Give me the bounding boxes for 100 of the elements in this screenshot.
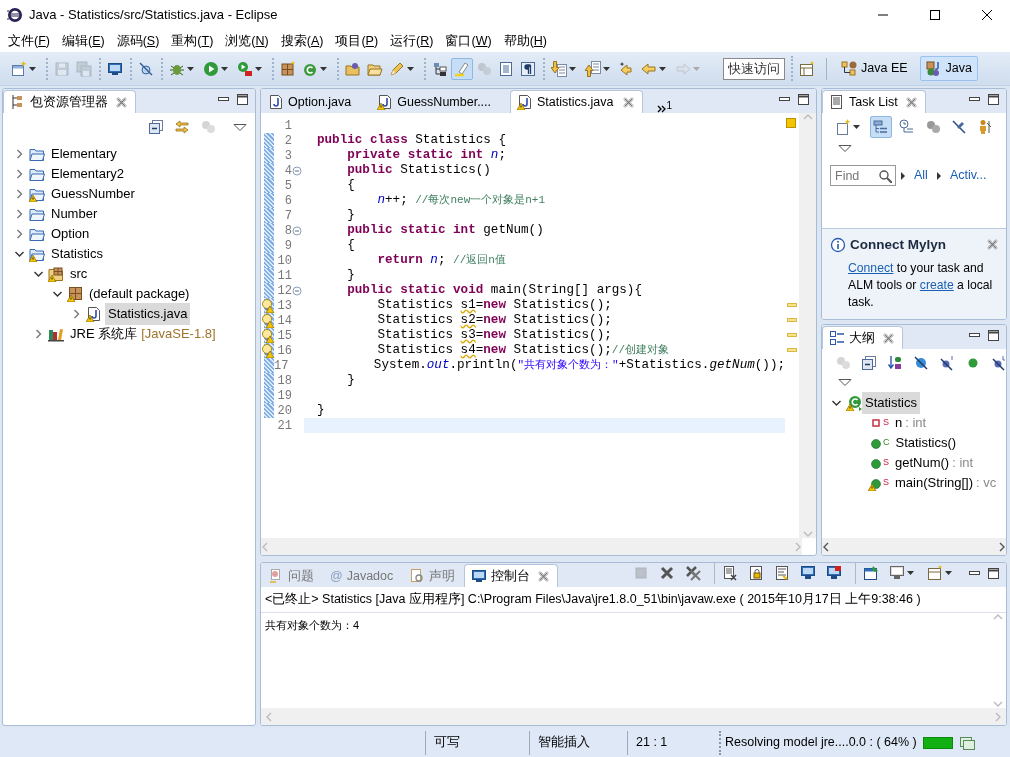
minimize-button[interactable] [968,332,981,338]
wrap-document-icon [774,565,790,581]
view-menu-icon[interactable] [233,122,247,132]
overview-marker[interactable] [787,318,797,322]
tree-item[interactable]: JRE 系统库 [67,323,141,345]
view-tab[interactable]: 问题 [261,564,323,587]
view-tab[interactable]: Task List [822,90,926,113]
menu-item[interactable]: 搜索(A) [275,31,331,51]
line-number: 16 [276,342,292,360]
menu-item[interactable]: 重构(T) [166,31,221,51]
filter-link[interactable]: Activ... [949,166,987,185]
outline-item[interactable]: n [892,412,906,434]
menu-item[interactable]: 项目(P) [330,31,386,51]
text-link[interactable]: create [919,278,954,292]
chevrons-icon [657,105,667,113]
pin-window-icon [863,565,879,581]
tree-item[interactable]: Number [48,203,101,225]
tree-item[interactable]: Option [48,223,93,245]
expand-arrow-icon[interactable] [935,170,942,181]
view-tab[interactable]: @ Javadoc [323,564,403,587]
caret-icon [569,66,576,71]
view-tab[interactable]: 包资源管理器 [3,90,136,113]
tree-item[interactable]: Elementary [48,143,120,165]
code-line: private static int n; [346,148,507,163]
close-icon[interactable] [883,332,894,344]
window-title: Java - Statistics/src/Statistics.java - Eclipse [29,6,279,25]
editor-tab[interactable]: GuessNumber.... [370,90,501,113]
minimize-button[interactable] [217,96,230,102]
close-icon[interactable] [538,570,550,582]
close-icon[interactable] [905,96,917,108]
tab-overflow-button[interactable]: 1 [653,91,676,113]
scroll-left-icon[interactable] [822,541,830,552]
tree-list-icon [873,119,889,135]
menu-item[interactable]: 运行(R) [385,31,441,51]
maximize-button[interactable] [987,566,1000,580]
floppy-stack-icon [76,60,92,77]
maximize-button[interactable] [987,328,1000,342]
find-field[interactable]: Find [830,165,896,186]
progress-message[interactable]: Resolving model jre....0.0 : ( 64% ) [725,733,917,752]
person-icon [977,119,993,135]
maximize-button[interactable] [929,9,941,21]
type-label: : int [905,414,927,433]
view-tab[interactable]: 声明 [402,564,465,587]
expand-arrow-icon[interactable] [900,170,906,181]
tree-item[interactable]: GuessNumber [48,183,138,205]
grid-bean-icon [925,60,942,77]
close-icon[interactable] [116,96,127,108]
maximize-button[interactable] [236,92,249,106]
text-link[interactable]: Connect [848,261,894,275]
menu-item[interactable]: 帮助(H) [498,31,554,51]
close-button[interactable] [981,9,993,21]
menu-item[interactable]: 浏览(N) [220,31,276,51]
close-icon[interactable] [623,96,635,108]
editor-tab[interactable]: Statistics.java [510,90,644,113]
outline-item[interactable]: Statistics() [892,432,960,454]
collapse-toggle-icon[interactable] [292,225,302,236]
tree-item[interactable]: Statistics [48,243,106,265]
collapse-icon [148,119,164,135]
outline-item[interactable]: main(String[]) [892,472,977,493]
horizontal-scrollbar[interactable] [822,538,1006,555]
overview-marker[interactable] [787,303,797,307]
view-menu-icon[interactable] [838,144,852,153]
at-sign-icon: @ [330,566,343,586]
quick-access-field[interactable]: 快速访问 [723,57,785,80]
menu-item[interactable]: 源码(S) [111,31,167,51]
perspective-button[interactable]: Java [919,56,978,81]
view-tab[interactable]: 控制台 [464,564,559,587]
progress-view-icon[interactable] [958,735,975,750]
perspective-button[interactable]: Java EE [835,56,914,81]
tree-item[interactable]: src [67,263,91,285]
view-tab[interactable]: 大纲 [822,326,903,349]
maximize-button[interactable] [797,92,810,106]
menu-item[interactable]: 窗口(W) [440,31,499,51]
code-line: n++; //每次new一个对象是n+1 [376,193,547,208]
window-plus-icon [927,565,943,581]
tree-item[interactable]: Statistics.java [105,303,191,325]
filter-link[interactable]: All [914,166,928,185]
swap-arrows-icon [174,119,190,135]
minimize-button[interactable] [968,570,981,576]
minimize-button[interactable] [778,96,791,102]
tree-item[interactable]: (default package) [86,283,193,305]
line-number: 11 [276,267,292,285]
maximize-button[interactable] [987,92,1000,106]
menu-item[interactable]: 编辑(E) [57,31,112,51]
editor-tab[interactable]: Option.java [261,90,361,113]
code-line: return n; //返回n值 [376,253,507,268]
menu-item[interactable]: 文件(F) [3,31,57,51]
collapse-icon [861,355,877,371]
collapse-toggle-icon[interactable] [292,165,302,176]
outline-item[interactable]: getNum() [892,452,953,474]
line-number: 12 [276,282,292,300]
view-menu-icon[interactable] [838,378,852,387]
tree-item[interactable]: Elementary2 [48,163,127,185]
scroll-right-icon[interactable] [998,541,1006,552]
overview-marker[interactable] [787,333,797,337]
outline-item[interactable]: Statistics [862,392,920,414]
collapse-toggle-icon[interactable] [292,285,302,296]
minimize-button[interactable] [968,96,981,102]
close-icon[interactable] [987,239,998,251]
overview-marker[interactable] [787,348,797,352]
